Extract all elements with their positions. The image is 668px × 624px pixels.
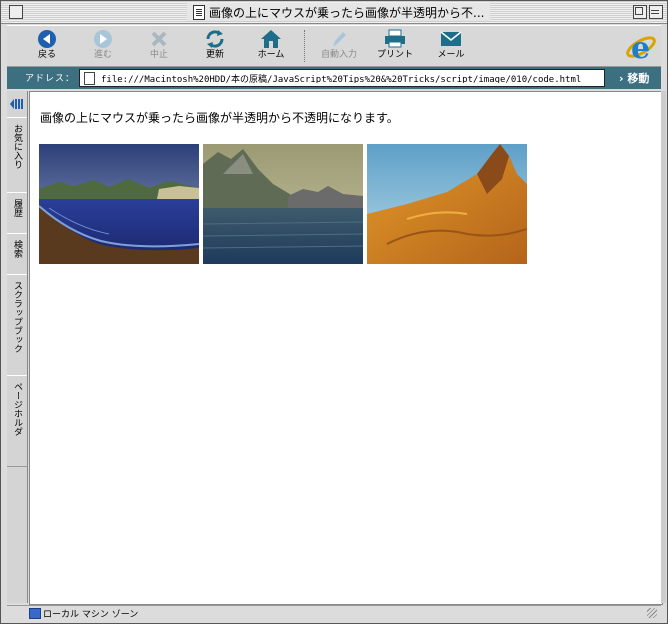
address-label: アドレス： — [25, 74, 76, 84]
sidebar-tab-label: お気に入り — [12, 124, 22, 169]
go-button[interactable]: › 移動 — [619, 70, 649, 86]
mail-button[interactable]: メール — [423, 28, 479, 64]
address-field-wrap — [79, 69, 605, 87]
desert-mountain-image[interactable] — [367, 144, 527, 264]
go-label: 移動 — [627, 72, 650, 85]
window-title: 画像の上にマウスが乗ったら画像が半透明から不... — [209, 5, 485, 20]
stop-icon — [151, 31, 167, 47]
toolbar-separator — [304, 30, 306, 62]
mail-icon — [440, 31, 462, 46]
sidebar-tab-label: ページホルダ — [12, 382, 22, 436]
sidebar-tab-scrapbook[interactable]: スクラップブック — [7, 274, 27, 376]
title-bar[interactable]: 画像の上にマウスが乗ったら画像が半透明から不... — [1, 1, 667, 24]
autofill-label: 自動入力 — [320, 50, 357, 60]
back-button[interactable]: 戻る — [19, 28, 75, 64]
resize-grip-icon[interactable] — [647, 608, 657, 618]
browser-window: 画像の上にマウスが乗ったら画像が半透明から不... 戻る 進む 中止 更新 ホー… — [0, 0, 668, 624]
computer-zone-icon — [29, 608, 41, 619]
close-box[interactable] — [9, 5, 23, 19]
sidebar-tab-label: スクラップブック — [12, 281, 22, 353]
page-heading: 画像の上にマウスが乗ったら画像が半透明から不透明になります。 — [40, 111, 399, 125]
sidebar-tab-search[interactable]: 検索 — [7, 233, 27, 275]
autofill-button[interactable]: 自動入力 — [311, 28, 367, 64]
print-icon — [385, 29, 405, 48]
home-label: ホーム — [257, 50, 285, 60]
status-text: ローカル マシン ゾーン — [43, 610, 139, 620]
explorer-sidebar: お気に入り 履歴 検索 スクラップブック ページホルダ — [7, 91, 28, 603]
title-group: 画像の上にマウスが乗ったら画像が半透明から不... — [187, 3, 491, 21]
print-label: プリント — [376, 50, 413, 60]
address-bar: アドレス： › 移動 — [7, 67, 661, 89]
refresh-button[interactable]: 更新 — [187, 28, 243, 64]
back-label: 戻る — [37, 50, 56, 60]
document-icon — [193, 4, 205, 20]
stop-label: 中止 — [149, 50, 168, 60]
forward-button[interactable]: 進む — [75, 28, 131, 64]
forward-arrow-icon — [94, 30, 112, 48]
mail-label: メール — [437, 50, 465, 60]
coastal-landscape-image[interactable] — [39, 144, 199, 264]
right-edge — [661, 91, 666, 603]
page-icon — [84, 71, 95, 85]
sidebar-tab-favorites[interactable]: お気に入り — [7, 117, 27, 193]
status-bar: ローカル マシン ゾーン — [7, 605, 661, 620]
stop-button[interactable]: 中止 — [131, 28, 187, 64]
page-content: 画像の上にマウスが乗ったら画像が半透明から不透明になります。 — [29, 91, 663, 605]
sidebar-tab-page-holder[interactable]: ページホルダ — [7, 375, 27, 467]
home-button[interactable]: ホーム — [243, 28, 299, 64]
refresh-icon — [206, 30, 224, 48]
address-input[interactable] — [101, 73, 601, 83]
toolbar: 戻る 進む 中止 更新 ホーム 自動入力 プリント メール e — [7, 25, 661, 67]
ie-logo-icon: e — [626, 31, 656, 64]
sidebar-tab-label: 履歴 — [12, 199, 22, 217]
svg-text:e: e — [631, 31, 650, 64]
sidebar-tab-label: 検索 — [12, 240, 22, 258]
zoom-box[interactable] — [633, 5, 647, 19]
refresh-label: 更新 — [205, 50, 224, 60]
collapse-box[interactable] — [649, 5, 663, 19]
mountain-lake-image[interactable] — [203, 144, 363, 264]
print-button[interactable]: プリント — [367, 28, 423, 64]
sidebar-toggle-icon[interactable] — [9, 97, 25, 111]
forward-label: 進む — [93, 50, 112, 60]
sidebar-tab-history[interactable]: 履歴 — [7, 192, 27, 234]
back-arrow-icon — [38, 30, 56, 48]
autofill-icon — [333, 32, 346, 47]
home-icon — [261, 30, 281, 48]
